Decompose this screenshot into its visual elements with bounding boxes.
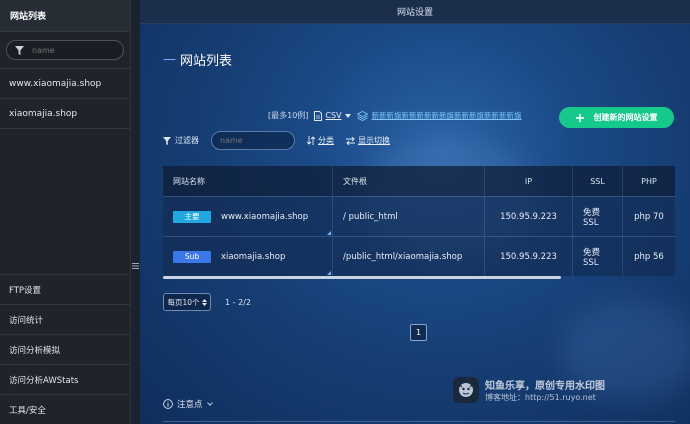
page-title: — 网站列表 [163, 50, 232, 69]
topbar: 网站设置 [140, 0, 690, 24]
sidebar-search[interactable] [6, 40, 124, 60]
create-site-label: 创建新的网站设置 [593, 113, 658, 122]
column-header-ip[interactable]: IP [485, 166, 573, 196]
cell-site-name[interactable]: Sub xiaomajia.shop [163, 237, 333, 276]
table-horizontal-scrollbar[interactable] [163, 276, 561, 279]
cell-php: php 56 [634, 251, 664, 262]
table-header: 网站名称 文件根 IP SSL PHP [163, 166, 675, 196]
watermark-line1: 知鱼乐享，原创专用水印图 [485, 381, 605, 392]
column-header-ssl[interactable]: SSL [573, 166, 623, 196]
notes-divider [163, 421, 675, 422]
watermark: 知鱼乐享，原创专用水印图 博客地址：http://51.ruyo.net [453, 377, 605, 403]
main-panel: 网站设置 — 网站列表 [最多10例] CSV 新新新旗新新新新新新旗新新新旗新… [140, 0, 690, 424]
cell-corner-marker [327, 231, 331, 235]
sidebar: 网站列表 www.xiaomajia.shop xiaomajia.shop F… [0, 0, 131, 424]
info-icon [163, 399, 173, 409]
select-arrows-icon [201, 298, 207, 306]
per-page-value: 每页10个 [167, 297, 200, 307]
sort-icon [307, 136, 315, 145]
cell-ip: 150.95.9.223 [485, 237, 573, 276]
csv-label: CSV [325, 111, 342, 120]
chevron-down-icon [206, 402, 213, 406]
tiger-logo-icon [459, 383, 473, 397]
watermark-line2: 博客地址：http://51.ruyo.net [485, 393, 596, 402]
sidebar-item-site-www[interactable]: www.xiaomajia.shop [0, 69, 130, 99]
cell-doc-root: /public_html/xiaomajia.shop [333, 237, 485, 276]
new-site-link[interactable]: 新新新旗新新新新新新旗新新新旗新新新新旗 [356, 110, 522, 121]
page-number-button[interactable]: 1 [410, 324, 427, 341]
filter-input[interactable] [211, 131, 295, 150]
sidebar-resize-handle[interactable] [131, 262, 140, 270]
create-site-button[interactable]: 创建新的网站设置 [559, 107, 674, 128]
layers-icon [356, 110, 368, 121]
sort-button[interactable]: 分类 [307, 135, 334, 146]
sort-label: 分类 [318, 136, 334, 145]
cell-doc-root: / public_html [333, 197, 485, 236]
sidebar-item-analysis[interactable]: 访问分析模拟 [0, 334, 130, 364]
site-name: www.xiaomajia.shop [221, 211, 309, 222]
cell-ssl: 免费SSL [573, 237, 623, 276]
title-dash: — [163, 52, 176, 67]
drag-handle-icon [132, 263, 139, 269]
document-icon [314, 110, 323, 121]
max-count-note: [最多10例] [268, 111, 309, 120]
site-name: xiaomajia.shop [221, 251, 286, 262]
column-header-root[interactable]: 文件根 [333, 166, 485, 196]
plus-icon [575, 113, 584, 122]
table-row[interactable]: Sub xiaomajia.shop /public_html/xiaomaji… [163, 236, 675, 276]
caret-down-icon [344, 113, 351, 118]
cell-ssl: 免费SSL [573, 197, 623, 236]
sidebar-splitter-track [131, 0, 140, 424]
filter-icon [15, 45, 24, 55]
sub-badge: Sub [173, 250, 211, 263]
filter-label: 过滤器 [175, 136, 199, 145]
display-toggle-button[interactable]: 显示切换 [346, 135, 390, 146]
primary-badge: 主要 [173, 210, 211, 223]
site-table: 网站名称 文件根 IP SSL PHP 主要 www.xiaomajia.sho… [163, 166, 675, 279]
pagination: 每页10个 1 - 2/2 [163, 293, 251, 311]
page-title-text: 网站列表 [180, 54, 233, 69]
sidebar-item-ftp[interactable]: FTP设置 [0, 274, 130, 304]
notes-label: 注意点 [177, 400, 203, 410]
sidebar-item-site-root[interactable]: xiaomajia.shop [0, 99, 130, 129]
sidebar-search-input[interactable] [32, 45, 112, 55]
sidebar-item-stats[interactable]: 访问统计 [0, 304, 130, 334]
cell-ip: 150.95.9.223 [485, 197, 573, 236]
table-row[interactable]: 主要 www.xiaomajia.shop / public_html 150.… [163, 196, 675, 236]
page-range: 1 - 2/2 [225, 297, 251, 307]
display-toggle-label: 显示切换 [358, 136, 390, 145]
column-header-php[interactable]: PHP [623, 166, 675, 196]
watermark-logo [453, 377, 479, 403]
topbar-title: 网站设置 [396, 8, 433, 18]
swap-icon [346, 136, 355, 145]
sidebar-bottom-menu: FTP设置 访问统计 访问分析模拟 访问分析AWStats 工具/安全 [0, 274, 130, 424]
sidebar-item-awstats[interactable]: 访问分析AWStats [0, 364, 130, 394]
filter-toolbar: 过滤器 分类 显示切换 [163, 131, 390, 150]
column-header-name[interactable]: 网站名称 [163, 166, 333, 196]
notes-toggle[interactable]: 注意点 [163, 398, 213, 410]
filter-icon [163, 136, 171, 145]
cell-php: php 70 [634, 211, 664, 222]
new-site-link-text: 新新新旗新新新新新新旗新新新旗新新新新旗 [371, 111, 522, 120]
per-page-select[interactable]: 每页10个 [163, 293, 211, 311]
cell-site-name[interactable]: 主要 www.xiaomajia.shop [163, 197, 333, 236]
sidebar-title: 网站列表 [0, 0, 130, 32]
cell-corner-marker [327, 271, 331, 275]
sidebar-item-security[interactable]: 工具/安全 [0, 394, 130, 424]
list-toolbar: [最多10例] CSV 新新新旗新新新新新新旗新新新旗新新新新旗 [268, 110, 522, 121]
csv-export-button[interactable]: CSV [314, 110, 351, 121]
